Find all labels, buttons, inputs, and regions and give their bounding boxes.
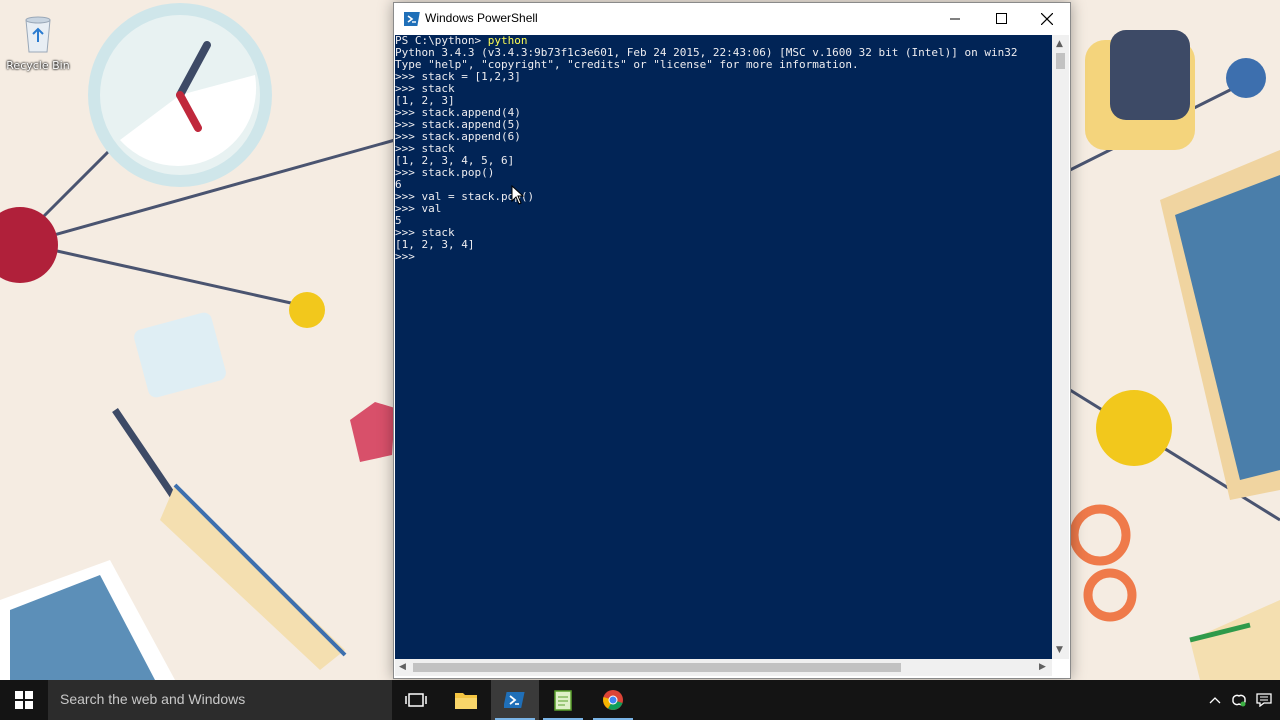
- start-button[interactable]: [0, 680, 48, 720]
- horizontal-scrollbar[interactable]: ◀ ▶: [395, 659, 1052, 676]
- tray-app-icon: [1232, 694, 1246, 707]
- recycle-bin-label: Recycle Bin: [6, 59, 70, 72]
- scroll-up-icon[interactable]: ▲: [1056, 39, 1063, 49]
- maximize-button[interactable]: [978, 3, 1024, 34]
- task-view-button[interactable]: [392, 680, 440, 720]
- taskbar-search-box[interactable]: Search the web and Windows: [48, 680, 392, 720]
- chrome-icon: [603, 690, 623, 710]
- task-view-icon: [405, 693, 427, 707]
- action-center-button[interactable]: [1252, 680, 1276, 720]
- mouse-cursor-icon: [511, 185, 525, 205]
- recycle-bin-icon: [25, 16, 51, 53]
- chevron-up-icon: [1209, 697, 1221, 704]
- vertical-scrollbar[interactable]: ▲ ▼: [1052, 35, 1069, 659]
- minimize-button[interactable]: [932, 3, 978, 34]
- console-line: >>> val: [395, 202, 442, 215]
- close-button[interactable]: [1024, 3, 1070, 34]
- title-bar[interactable]: Windows PowerShell: [394, 3, 1070, 34]
- window-title: Windows PowerShell: [425, 11, 538, 25]
- taskbar-app-powershell[interactable]: [491, 680, 539, 720]
- scroll-right-icon[interactable]: ▶: [1039, 662, 1046, 672]
- console-output[interactable]: PS C:\python> python Python 3.4.3 (v3.4.…: [395, 35, 1052, 659]
- notepad-icon: [554, 690, 572, 711]
- close-icon: [1041, 12, 1053, 25]
- scroll-down-icon[interactable]: ▼: [1056, 645, 1063, 655]
- notification-icon: [1256, 693, 1272, 707]
- minimize-icon: [950, 18, 960, 19]
- console-line: >>> stack.pop(): [395, 166, 495, 179]
- console-input-line[interactable]: >>>: [395, 250, 422, 263]
- powershell-icon: [404, 12, 420, 26]
- powershell-icon: [504, 692, 525, 708]
- horizontal-scroll-thumb[interactable]: [413, 663, 901, 672]
- recycle-bin-shortcut[interactable]: Recycle Bin: [6, 10, 70, 72]
- taskbar-app-file-explorer[interactable]: [442, 680, 490, 720]
- show-hidden-icons-button[interactable]: [1206, 680, 1224, 720]
- tray-app-button[interactable]: [1228, 680, 1250, 720]
- vertical-scroll-thumb[interactable]: [1056, 53, 1065, 69]
- scroll-left-icon[interactable]: ◀: [399, 662, 406, 672]
- file-explorer-icon: [455, 693, 477, 709]
- maximize-icon: [995, 13, 1007, 24]
- search-placeholder: Search the web and Windows: [60, 691, 246, 707]
- taskbar-app-chrome[interactable]: [589, 680, 637, 720]
- windows-logo-icon: [15, 691, 33, 709]
- taskbar-app-notepad[interactable]: [539, 680, 587, 720]
- powershell-window[interactable]: Windows PowerShell PS C:\python> python …: [393, 2, 1071, 679]
- taskbar: Search the web and Windows: [0, 680, 1280, 720]
